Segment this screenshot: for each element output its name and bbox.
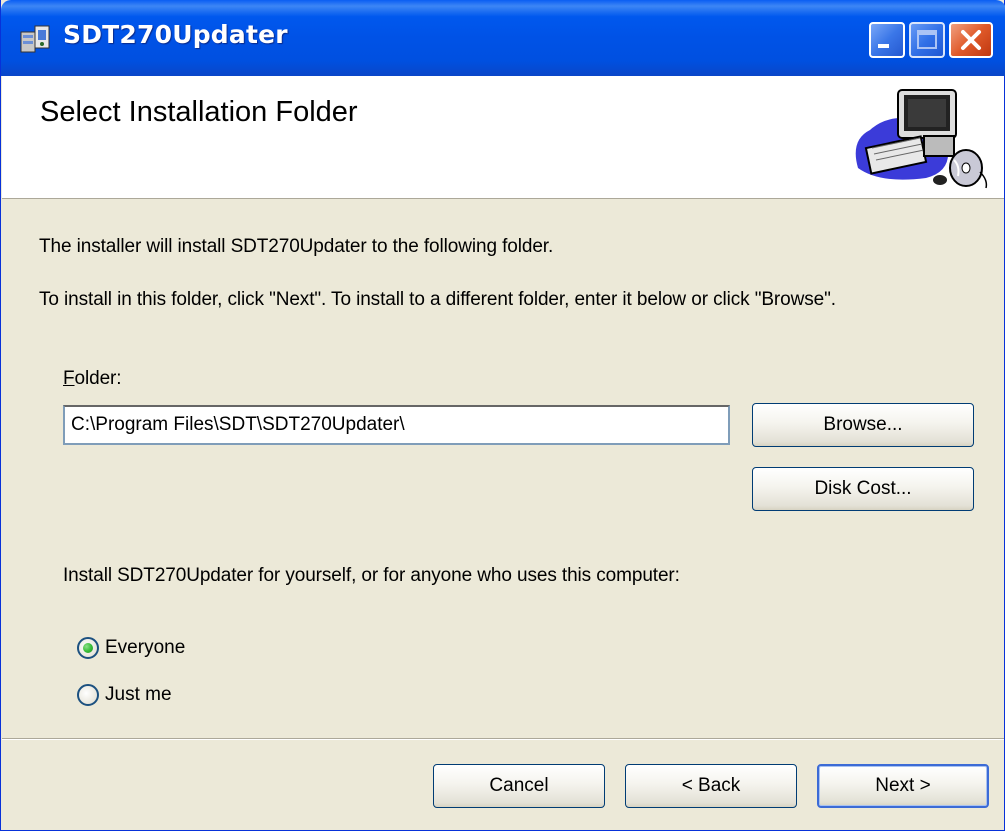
- disk-cost-button[interactable]: Disk Cost...: [752, 467, 974, 511]
- folder-label: Folder:: [63, 368, 122, 390]
- radio-just-me-label[interactable]: Just me: [105, 684, 172, 706]
- back-button[interactable]: < Back: [625, 764, 797, 808]
- computer-with-cd-icon: [855, 89, 988, 189]
- radio-everyone-label[interactable]: Everyone: [105, 637, 185, 659]
- folder-label-accelerator: F: [63, 368, 75, 389]
- folder-label-text: older:: [74, 368, 122, 389]
- title-bar[interactable]: SDT270Updater: [1, 0, 1005, 76]
- minimize-icon: [878, 44, 889, 48]
- installer-window: SDT270Updater Select Installation Folder: [0, 0, 1005, 831]
- instruction-text: To install in this folder, click "Next".…: [39, 289, 836, 310]
- maximize-button[interactable]: [909, 22, 945, 58]
- close-button[interactable]: [949, 22, 993, 58]
- install-scope-prompt: Install SDT270Updater for yourself, or f…: [63, 565, 680, 586]
- minimize-button[interactable]: [869, 22, 905, 58]
- intro-text: The installer will install SDT270Updater…: [39, 236, 554, 257]
- close-icon: [961, 30, 981, 50]
- wizard-header: Select Installation Folder: [2, 76, 1004, 199]
- radio-everyone[interactable]: Everyone: [77, 634, 185, 662]
- maximize-icon: [917, 30, 937, 49]
- next-button[interactable]: Next >: [817, 764, 989, 808]
- page-title: Select Installation Folder: [40, 96, 358, 128]
- folder-path-input[interactable]: [63, 405, 730, 445]
- installer-app-icon: [20, 25, 50, 53]
- radio-everyone-button[interactable]: [77, 637, 99, 659]
- radio-just-me-button[interactable]: [77, 684, 99, 706]
- radio-just-me[interactable]: Just me: [77, 681, 172, 709]
- cancel-button[interactable]: Cancel: [433, 764, 605, 808]
- footer-divider: [2, 738, 1004, 740]
- window-title: SDT270Updater: [63, 20, 288, 49]
- browse-button[interactable]: Browse...: [752, 403, 974, 447]
